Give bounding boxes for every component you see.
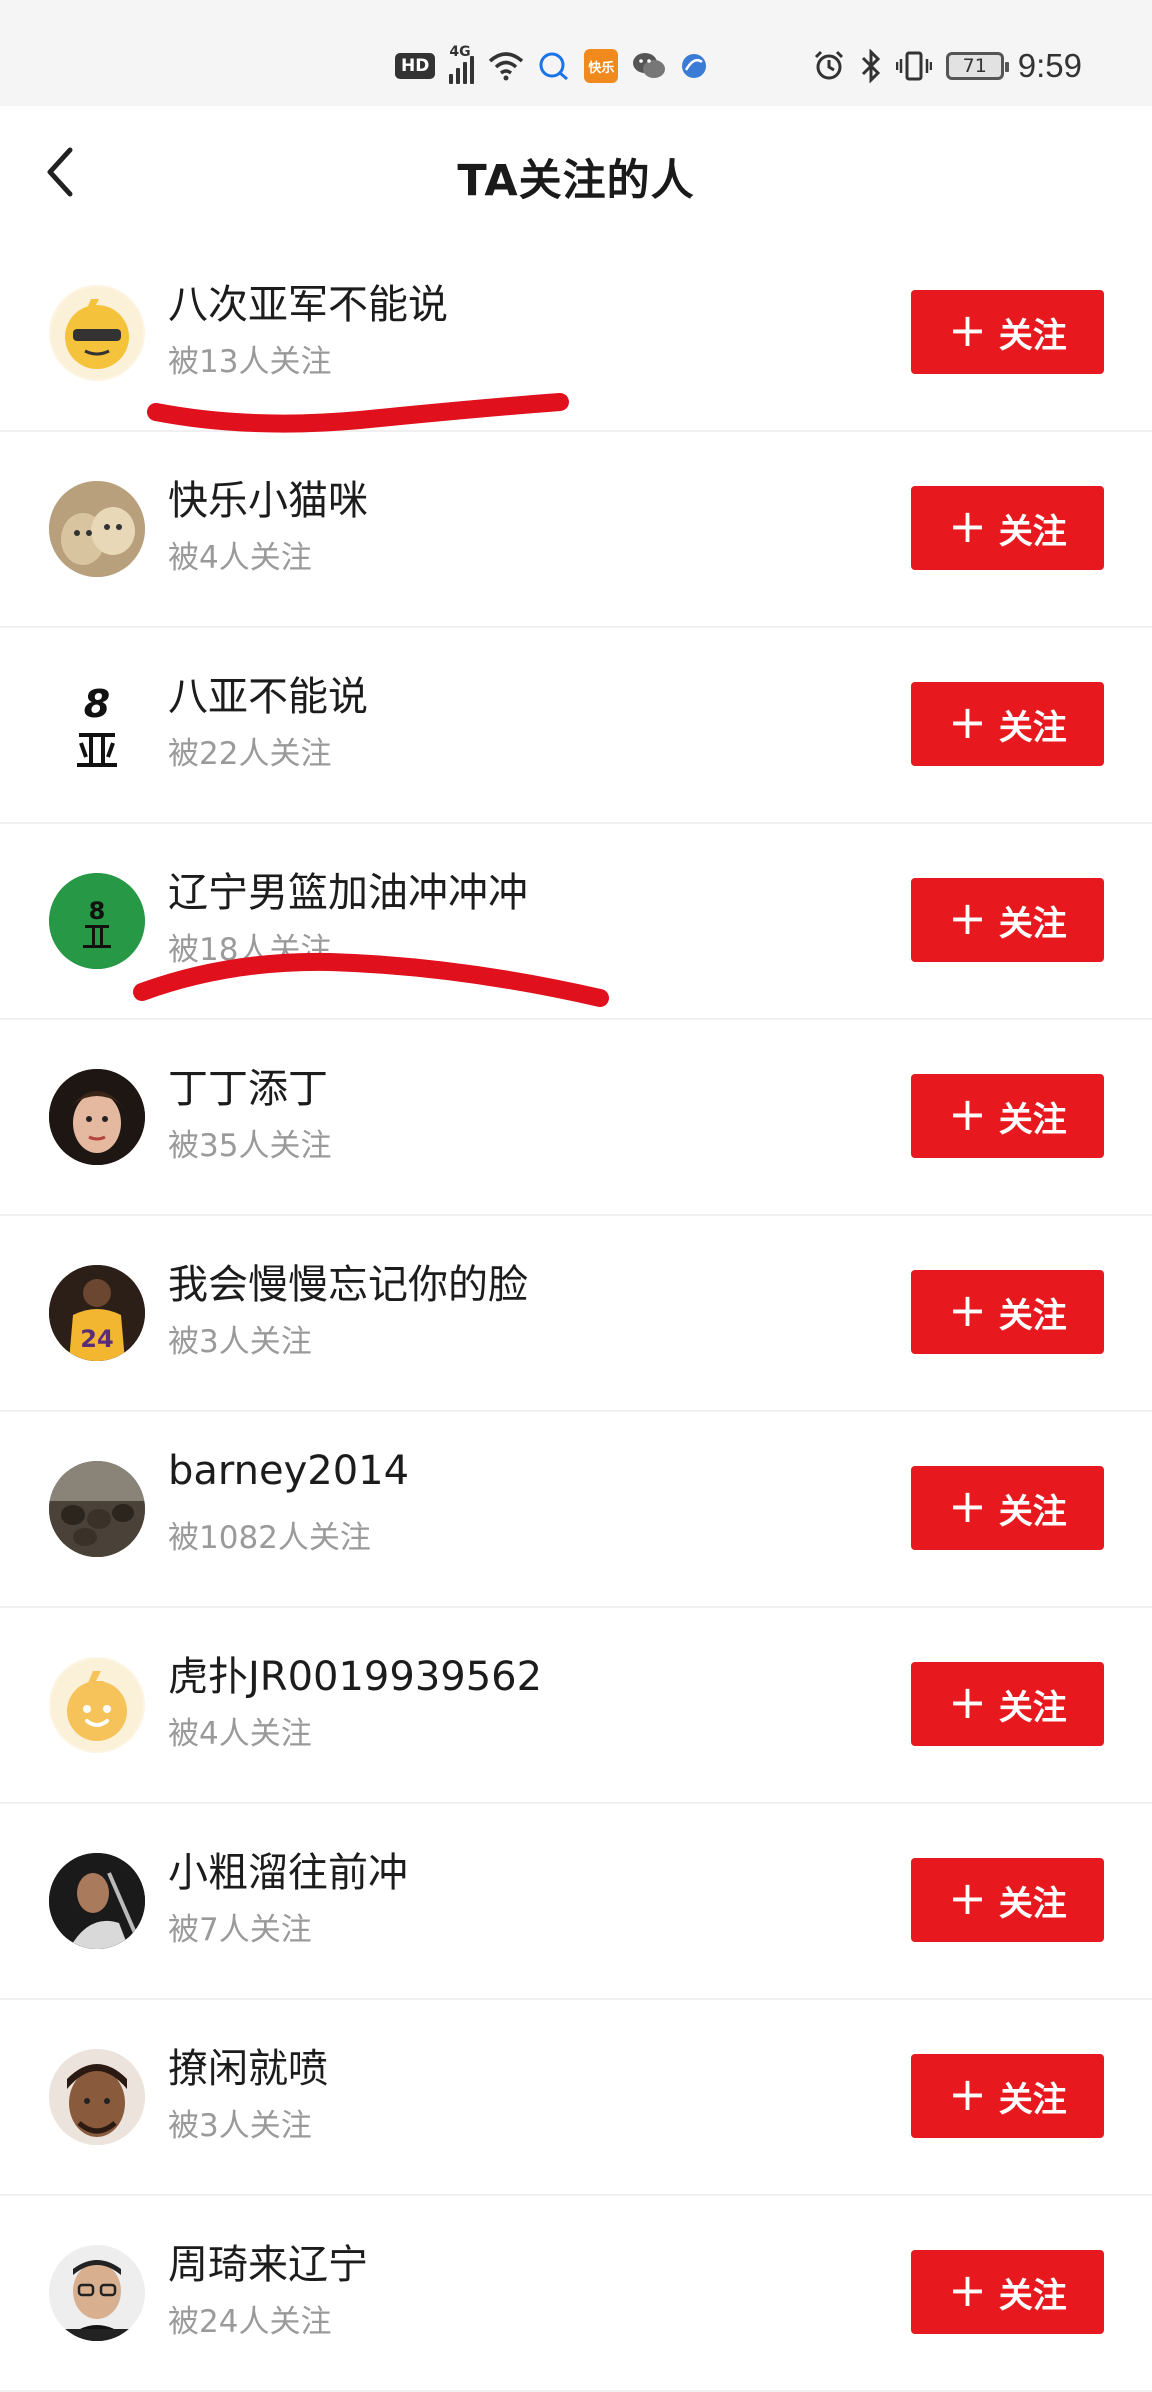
- avatar[interactable]: [49, 1657, 145, 1753]
- vibrate-icon: [895, 51, 932, 81]
- page-header: TA关注的人: [0, 106, 1152, 236]
- follow-button[interactable]: + 关注: [911, 290, 1104, 374]
- cats-photo-icon: [49, 481, 145, 577]
- avatar[interactable]: [49, 1069, 145, 1165]
- follower-count: 被22人关注: [168, 736, 332, 772]
- signal-icon: 4G: [449, 44, 475, 84]
- avatar[interactable]: [49, 1853, 145, 1949]
- player-photo-icon: [49, 1853, 145, 1949]
- follow-button[interactable]: + 关注: [911, 2250, 1104, 2334]
- chat-bubble-icon: [539, 52, 569, 81]
- user-name[interactable]: 撩闲就喷: [168, 2036, 328, 2094]
- text-8-ya-icon: 8: [77, 682, 117, 767]
- animals-photo-icon: [49, 1461, 145, 1557]
- plus-icon: +: [948, 303, 987, 357]
- user-name[interactable]: 丁丁添丁: [168, 1056, 328, 1114]
- avatar[interactable]: 8: [49, 677, 145, 773]
- wifi-icon: [489, 52, 524, 81]
- list-item[interactable]: 小粗溜往前冲 被7人关注 + 关注: [0, 1804, 1152, 2000]
- user-name[interactable]: 虎扑JR0019939562: [168, 1644, 542, 1702]
- hd-icon: HD: [395, 53, 436, 79]
- user-name[interactable]: 辽宁男篮加油冲冲冲: [168, 860, 528, 918]
- avatar[interactable]: [49, 285, 145, 381]
- wechat-icon: [633, 53, 666, 78]
- status-right-icons: 71 9:59: [812, 44, 1082, 88]
- avatar[interactable]: [49, 1461, 145, 1557]
- follow-button[interactable]: + 关注: [911, 1466, 1104, 1550]
- user-name[interactable]: 周琦来辽宁: [168, 2232, 368, 2290]
- user-name[interactable]: barney2014: [168, 1448, 409, 1494]
- list-item[interactable]: 周琦来辽宁 被24人关注 + 关注: [0, 2196, 1152, 2392]
- follow-button[interactable]: + 关注: [911, 486, 1104, 570]
- list-item[interactable]: 快乐小猫咪 被4人关注 + 关注: [0, 432, 1152, 628]
- follow-button[interactable]: + 关注: [911, 1270, 1104, 1354]
- follower-count: 被18人关注: [168, 932, 332, 968]
- list-item[interactable]: barney2014 被1082人关注 + 关注: [0, 1412, 1152, 1608]
- follower-count: 被4人关注: [168, 1716, 312, 1752]
- avatar[interactable]: 8: [49, 873, 145, 969]
- list-item[interactable]: 虎扑JR0019939562 被4人关注 + 关注: [0, 1608, 1152, 1804]
- man-photo-icon: [49, 2049, 145, 2145]
- svg-text:8: 8: [89, 897, 106, 925]
- follow-button[interactable]: + 关注: [911, 1662, 1104, 1746]
- svg-text:24: 24: [80, 1325, 113, 1353]
- plus-icon: +: [948, 1283, 987, 1337]
- follower-count: 被24人关注: [168, 2304, 332, 2340]
- follower-count: 被3人关注: [168, 2108, 312, 2144]
- follower-count: 被1082人关注: [168, 1520, 371, 1556]
- jersey-24-photo-icon: 24: [49, 1265, 145, 1361]
- plus-icon: +: [948, 1479, 987, 1533]
- user-name[interactable]: 小粗溜往前冲: [168, 1840, 408, 1898]
- list-item[interactable]: 八次亚军不能说 被13人关注 + 关注: [0, 236, 1152, 432]
- follow-button[interactable]: + 关注: [911, 1074, 1104, 1158]
- plus-icon: +: [948, 1871, 987, 1925]
- list-item[interactable]: 撩闲就喷 被3人关注 + 关注: [0, 2000, 1152, 2196]
- user-name[interactable]: 八次亚军不能说: [168, 272, 448, 330]
- glasses-man-photo-icon: [49, 2245, 145, 2341]
- plus-icon: +: [948, 1675, 987, 1729]
- kuaile-app-icon: 快乐: [584, 49, 619, 83]
- follow-button[interactable]: + 关注: [911, 1858, 1104, 1942]
- user-name[interactable]: 我会慢慢忘记你的脸: [168, 1252, 528, 1310]
- plus-icon: +: [948, 2263, 987, 2317]
- follower-count: 被35人关注: [168, 1128, 332, 1164]
- svg-text:8: 8: [84, 682, 110, 726]
- avatar[interactable]: [49, 481, 145, 577]
- plus-icon: +: [948, 891, 987, 945]
- green-8-ya-icon: 8: [49, 873, 145, 969]
- battery-icon: 71: [945, 52, 1009, 80]
- follower-count: 被7人关注: [168, 1912, 312, 1948]
- list-item[interactable]: 8 辽宁男篮加油冲冲冲 被18人关注 + 关注: [0, 824, 1152, 1020]
- woman-photo-icon: [49, 1069, 145, 1165]
- sunglasses-emoji-icon: [51, 287, 143, 379]
- follower-count: 被13人关注: [168, 344, 332, 380]
- follower-count: 被4人关注: [168, 540, 312, 576]
- bluetooth-icon: [861, 49, 880, 83]
- follower-count: 被3人关注: [168, 1324, 312, 1360]
- avatar[interactable]: [49, 2245, 145, 2341]
- user-name[interactable]: 八亚不能说: [168, 664, 368, 722]
- follow-button[interactable]: + 关注: [911, 682, 1104, 766]
- plus-icon: +: [948, 695, 987, 749]
- alarm-icon: [814, 50, 843, 80]
- user-name[interactable]: 快乐小猫咪: [168, 468, 368, 526]
- list-item[interactable]: 丁丁添丁 被35人关注 + 关注: [0, 1020, 1152, 1216]
- plus-icon: +: [948, 1087, 987, 1141]
- status-bar: HD 4G 快乐 71 9:59: [0, 0, 1152, 106]
- list-item[interactable]: 8 八亚不能说 被22人关注 + 关注: [0, 628, 1152, 824]
- avatar[interactable]: [49, 2049, 145, 2145]
- follow-button[interactable]: + 关注: [911, 878, 1104, 962]
- clock: 9:59: [1017, 47, 1082, 84]
- plus-icon: +: [948, 2067, 987, 2121]
- plus-icon: +: [948, 499, 987, 553]
- status-left-icons: HD 4G 快乐: [395, 44, 708, 88]
- follow-button[interactable]: + 关注: [911, 2054, 1104, 2138]
- avatar[interactable]: 24: [49, 1265, 145, 1361]
- default-smile-avatar-icon: [51, 1659, 143, 1751]
- browser-icon: [682, 54, 707, 78]
- page-title: TA关注的人: [457, 156, 695, 206]
- network-type: 4G: [449, 44, 471, 60]
- list-item[interactable]: 24 我会慢慢忘记你的脸 被3人关注 + 关注: [0, 1216, 1152, 1412]
- following-list: 八次亚军不能说 被13人关注 + 关注 快乐小猫咪 被4人关注 + 关注 8 八…: [0, 236, 1152, 2392]
